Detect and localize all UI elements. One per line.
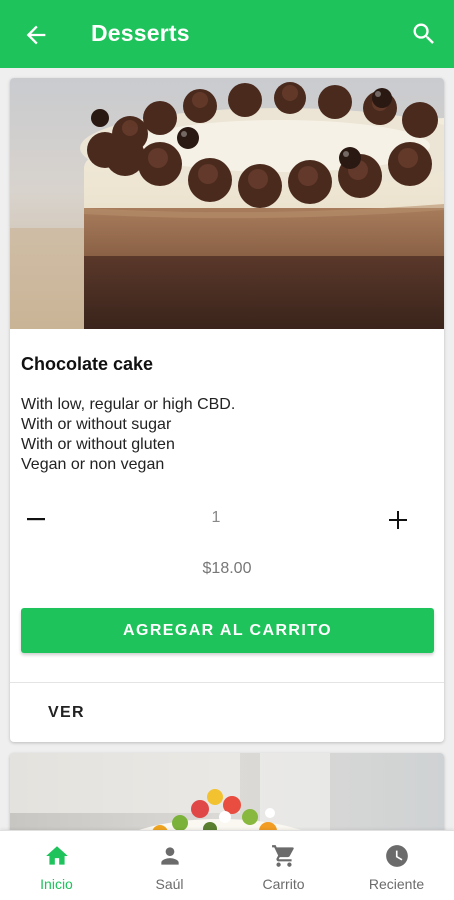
plus-icon (389, 511, 407, 529)
nav-item-reciente[interactable]: Reciente (340, 831, 453, 900)
add-to-cart-button[interactable]: AGREGAR AL CARRITO (21, 608, 434, 653)
increase-quantity-button[interactable] (386, 508, 410, 532)
product-card (10, 753, 444, 830)
arrow-back-icon[interactable] (22, 21, 50, 49)
product-image (10, 753, 444, 830)
product-list[interactable]: Chocolate cake With low, regular or high… (0, 68, 454, 830)
view-button[interactable]: VER (48, 704, 85, 722)
cart-icon (272, 845, 294, 867)
quantity-value: 1 (211, 509, 221, 526)
product-image (10, 78, 444, 329)
product-title: Chocolate cake (21, 354, 154, 374)
product-card: Chocolate cake With low, regular or high… (10, 78, 444, 742)
description-line: Vegan or non vegan (21, 456, 165, 473)
description-line: With or without gluten (21, 436, 175, 453)
nav-label: Saúl (155, 876, 184, 892)
product-description: With low, regular or high CBD. With or w… (21, 395, 235, 475)
decrease-quantity-button[interactable] (24, 507, 48, 531)
nav-item-inicio[interactable]: Inicio (0, 831, 113, 900)
nav-label: Inicio (40, 876, 73, 892)
nav-item-saul[interactable]: Saúl (113, 831, 226, 900)
nav-label: Carrito (262, 876, 305, 892)
description-line: With or without sugar (21, 416, 172, 433)
clock-icon (386, 845, 408, 867)
minus-icon (27, 518, 45, 521)
nav-label: Reciente (368, 876, 425, 892)
person-icon (161, 847, 179, 865)
home-icon (46, 846, 68, 865)
product-price: $18.00 (202, 560, 252, 577)
divider (10, 682, 444, 683)
app-bar: Desserts (0, 0, 454, 68)
page-title: Desserts (91, 20, 190, 46)
search-icon[interactable] (410, 20, 438, 48)
description-line: With low, regular or high CBD. (21, 396, 236, 413)
bottom-navigation: Inicio Saúl Carrito Reciente (0, 830, 454, 900)
nav-item-carrito[interactable]: Carrito (227, 831, 340, 900)
